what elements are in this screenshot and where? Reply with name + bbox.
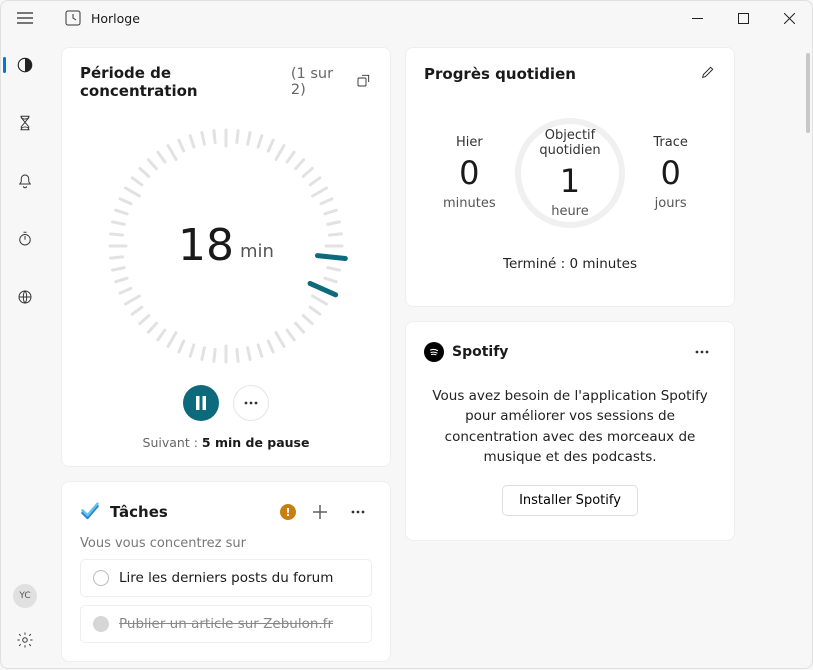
spotify-icon	[424, 342, 444, 362]
progress-card: Progrès quotidien Hier 0 minutes Objecti…	[405, 47, 735, 307]
task-row[interactable]: Lire les derniers posts du forum	[80, 559, 372, 597]
focus-more-button[interactable]	[233, 385, 269, 421]
task-label: Publier un article sur Zebulon.fr	[119, 616, 333, 632]
close-icon	[784, 13, 795, 24]
next-step: Suivant : 5 min de pause	[80, 435, 372, 450]
progress-title: Progrès quotidien	[424, 65, 576, 83]
sidebar-item-settings[interactable]	[5, 622, 45, 658]
pause-icon	[195, 396, 207, 410]
avatar[interactable]: YC	[13, 584, 37, 608]
expand-button[interactable]	[356, 72, 372, 92]
bell-icon	[16, 172, 34, 190]
install-spotify-button[interactable]: Installer Spotify	[502, 485, 638, 516]
more-icon	[695, 350, 709, 354]
sidebar-item-timer[interactable]	[5, 105, 45, 141]
task-checkbox[interactable]	[93, 616, 109, 632]
task-row[interactable]: Publier un article sur Zebulon.fr	[80, 605, 372, 643]
hamburger-icon	[17, 12, 33, 24]
focus-time-value: 18	[178, 220, 234, 271]
sidebar-item-stopwatch[interactable]	[5, 221, 45, 257]
more-icon	[244, 401, 258, 405]
app-icon	[65, 10, 81, 26]
sidebar-item-focus[interactable]	[5, 47, 45, 83]
progress-goal: Objectif quotidien 1 heure	[515, 118, 625, 228]
sidebar-item-alarm[interactable]	[5, 163, 45, 199]
minimize-button[interactable]	[674, 1, 720, 35]
spotify-card: Spotify Vous avez besoin de l'applicatio…	[405, 321, 735, 541]
hamburger-menu-button[interactable]	[1, 1, 49, 35]
expand-icon	[356, 72, 372, 88]
minimize-icon	[692, 13, 703, 24]
main-content: Période de concentration (1 sur 2) 18 mi…	[49, 35, 812, 670]
hourglass-icon	[16, 114, 34, 132]
title-bar: Horloge	[1, 1, 812, 35]
focus-time-unit: min	[240, 229, 274, 262]
close-button[interactable]	[766, 1, 812, 35]
progress-streak: Trace 0 jours	[626, 135, 716, 211]
task-label: Lire les derniers posts du forum	[119, 570, 333, 586]
tasks-warning-badge[interactable]: !	[280, 504, 296, 520]
spotify-name: Spotify	[452, 344, 508, 360]
sidebar: YC	[1, 35, 49, 670]
focus-counter: (1 sur 2)	[291, 66, 350, 98]
tasks-title: Tâches	[110, 503, 168, 521]
app-title: Horloge	[91, 11, 140, 26]
maximize-button[interactable]	[720, 1, 766, 35]
focus-card-title: Période de concentration	[80, 64, 285, 100]
tasks-subtitle: Vous vous concentrez sur	[80, 536, 372, 551]
tasks-more-button[interactable]	[344, 498, 372, 526]
todo-icon	[80, 502, 100, 522]
task-checkbox[interactable]	[93, 570, 109, 586]
focus-icon	[16, 56, 34, 74]
pencil-icon	[700, 64, 716, 80]
scrollbar[interactable]	[806, 53, 810, 133]
globe-icon	[16, 288, 34, 306]
sidebar-item-worldclock[interactable]	[5, 279, 45, 315]
maximize-icon	[738, 13, 749, 24]
progress-completed: Terminé : 0 minutes	[424, 256, 716, 272]
spotify-more-button[interactable]	[688, 338, 716, 366]
pause-button[interactable]	[183, 385, 219, 421]
plus-icon	[313, 505, 327, 519]
stopwatch-icon	[16, 230, 34, 248]
edit-progress-button[interactable]	[700, 64, 716, 84]
focus-dial: 18 min	[98, 118, 354, 374]
more-icon	[351, 510, 365, 514]
avatar-initials: YC	[19, 591, 30, 601]
tasks-card: Tâches ! Vous vous concentrez sur Lire l…	[61, 481, 391, 662]
add-task-button[interactable]	[306, 498, 334, 526]
focus-session-card: Période de concentration (1 sur 2) 18 mi…	[61, 47, 391, 467]
progress-yesterday: Hier 0 minutes	[424, 135, 514, 211]
gear-icon	[16, 631, 34, 649]
spotify-message: Vous avez besoin de l'application Spotif…	[432, 386, 708, 467]
